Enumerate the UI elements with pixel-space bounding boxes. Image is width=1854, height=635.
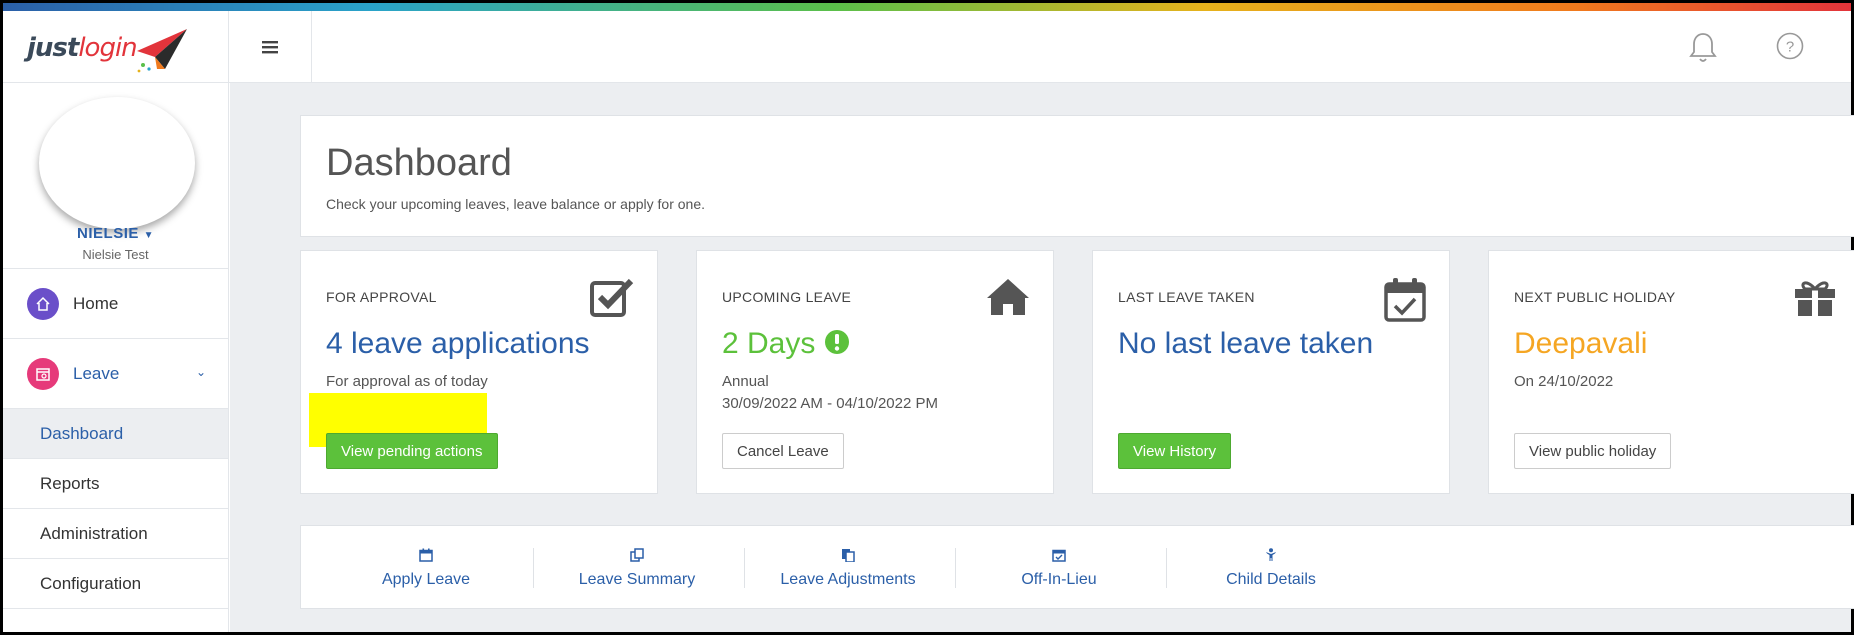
sidebar-item-label: Leave	[73, 363, 120, 383]
menu-toggle[interactable]	[229, 11, 312, 83]
page-subtitle: Check your upcoming leaves, leave balanc…	[326, 196, 705, 212]
house-icon	[987, 279, 1029, 315]
alert-icon	[824, 330, 849, 354]
sidebar-item-leave[interactable]: Leave ⌄	[3, 339, 228, 409]
sidebar-subitem-reports[interactable]: Reports	[3, 459, 228, 509]
leave-dates: 30/09/2022 AM - 04/10/2022 PM	[722, 395, 938, 412]
quick-link-leave-summary[interactable]: Leave Summary	[527, 548, 747, 589]
quick-link-child-details[interactable]: Child Details	[1161, 548, 1381, 589]
home-icon	[27, 287, 59, 320]
top-bar: ?	[229, 11, 1851, 83]
view-public-holiday-button[interactable]: View public holiday	[1514, 433, 1672, 469]
view-pending-actions-button[interactable]: View pending actions	[326, 433, 498, 469]
user-menu[interactable]: NIELSIE ▼	[3, 225, 228, 242]
card-detail: For approval as of today	[326, 373, 488, 390]
card-next-public-holiday: NEXT PUBLIC HOLIDAY Deepavali On 24/10/2…	[1488, 250, 1854, 494]
card-for-approval: FOR APPROVAL 4 leave applications For ap…	[300, 250, 658, 494]
hamburger-icon	[262, 41, 278, 54]
quick-link-leave-adjustments[interactable]: Leave Adjustments	[738, 548, 958, 589]
chevron-down-icon[interactable]: ⌄	[196, 365, 206, 379]
check-square-icon	[590, 278, 634, 317]
sidebar: justlogin NIELSIE ▼ Nielsie Test Home Le…	[3, 11, 229, 632]
avatar[interactable]	[39, 97, 195, 229]
card-heading: LAST LEAVE TAKEN	[1118, 289, 1255, 305]
logo-wordmark: justlogin	[27, 33, 138, 63]
card-last-leave-taken: LAST LEAVE TAKEN No last leave taken Vie…	[1092, 250, 1450, 494]
card-upcoming-leave: UPCOMING LEAVE 2 Days Annual 30/09/2022 …	[696, 250, 1054, 494]
sidebar-subitem-administration[interactable]: Administration	[3, 509, 228, 559]
profile-section: NIELSIE ▼ Nielsie Test	[3, 83, 228, 269]
holiday-date: On 24/10/2022	[1514, 373, 1614, 390]
files-icon	[842, 549, 855, 563]
calendar-icon	[419, 548, 433, 562]
quick-links-panel: Apply Leave Leave Summary Leave Adjustme…	[300, 525, 1854, 609]
svg-text:?: ?	[1786, 39, 1794, 56]
bell-icon[interactable]	[1687, 31, 1719, 65]
card-value: 2 Days	[722, 327, 850, 361]
user-fullname: Nielsie Test	[82, 247, 149, 262]
card-heading: UPCOMING LEAVE	[722, 289, 852, 305]
card-heading: FOR APPROVAL	[326, 289, 437, 305]
logo[interactable]: justlogin	[3, 11, 228, 83]
sidebar-subitem-dashboard[interactable]: Dashboard	[3, 409, 228, 459]
main-content: Dashboard Check your upcoming leaves, le…	[230, 83, 1854, 632]
help-icon[interactable]: ?	[1775, 31, 1805, 61]
view-history-button[interactable]: View History	[1118, 433, 1232, 469]
child-icon	[1266, 548, 1276, 561]
calendar-check-icon	[1384, 278, 1426, 322]
quick-link-off-in-lieu[interactable]: Off-In-Lieu	[949, 548, 1169, 589]
page-title: Dashboard	[326, 142, 512, 184]
gift-icon	[1795, 281, 1835, 316]
cancel-leave-button[interactable]: Cancel Leave	[722, 433, 844, 469]
calendar-check-icon	[1052, 549, 1066, 562]
sidebar-subitem-configuration[interactable]: Configuration	[3, 559, 228, 609]
caret-down-icon: ▼	[143, 230, 154, 241]
leave-type: Annual	[722, 373, 769, 390]
sidebar-item-home[interactable]: Home	[3, 269, 228, 339]
card-heading: NEXT PUBLIC HOLIDAY	[1514, 289, 1676, 305]
card-value: Deepavali	[1514, 327, 1648, 360]
header-panel: Dashboard Check your upcoming leaves, le…	[300, 115, 1854, 237]
top-color-bar	[3, 3, 1851, 11]
card-value: 4 leave applications	[326, 327, 590, 360]
copy-icon	[630, 548, 644, 562]
leave-calendar-icon	[27, 357, 59, 390]
card-value: No last leave taken	[1118, 327, 1374, 360]
paper-plane-logo-icon	[137, 29, 187, 73]
quick-link-apply-leave[interactable]: Apply Leave	[316, 548, 536, 589]
sidebar-item-label: Home	[73, 293, 119, 313]
